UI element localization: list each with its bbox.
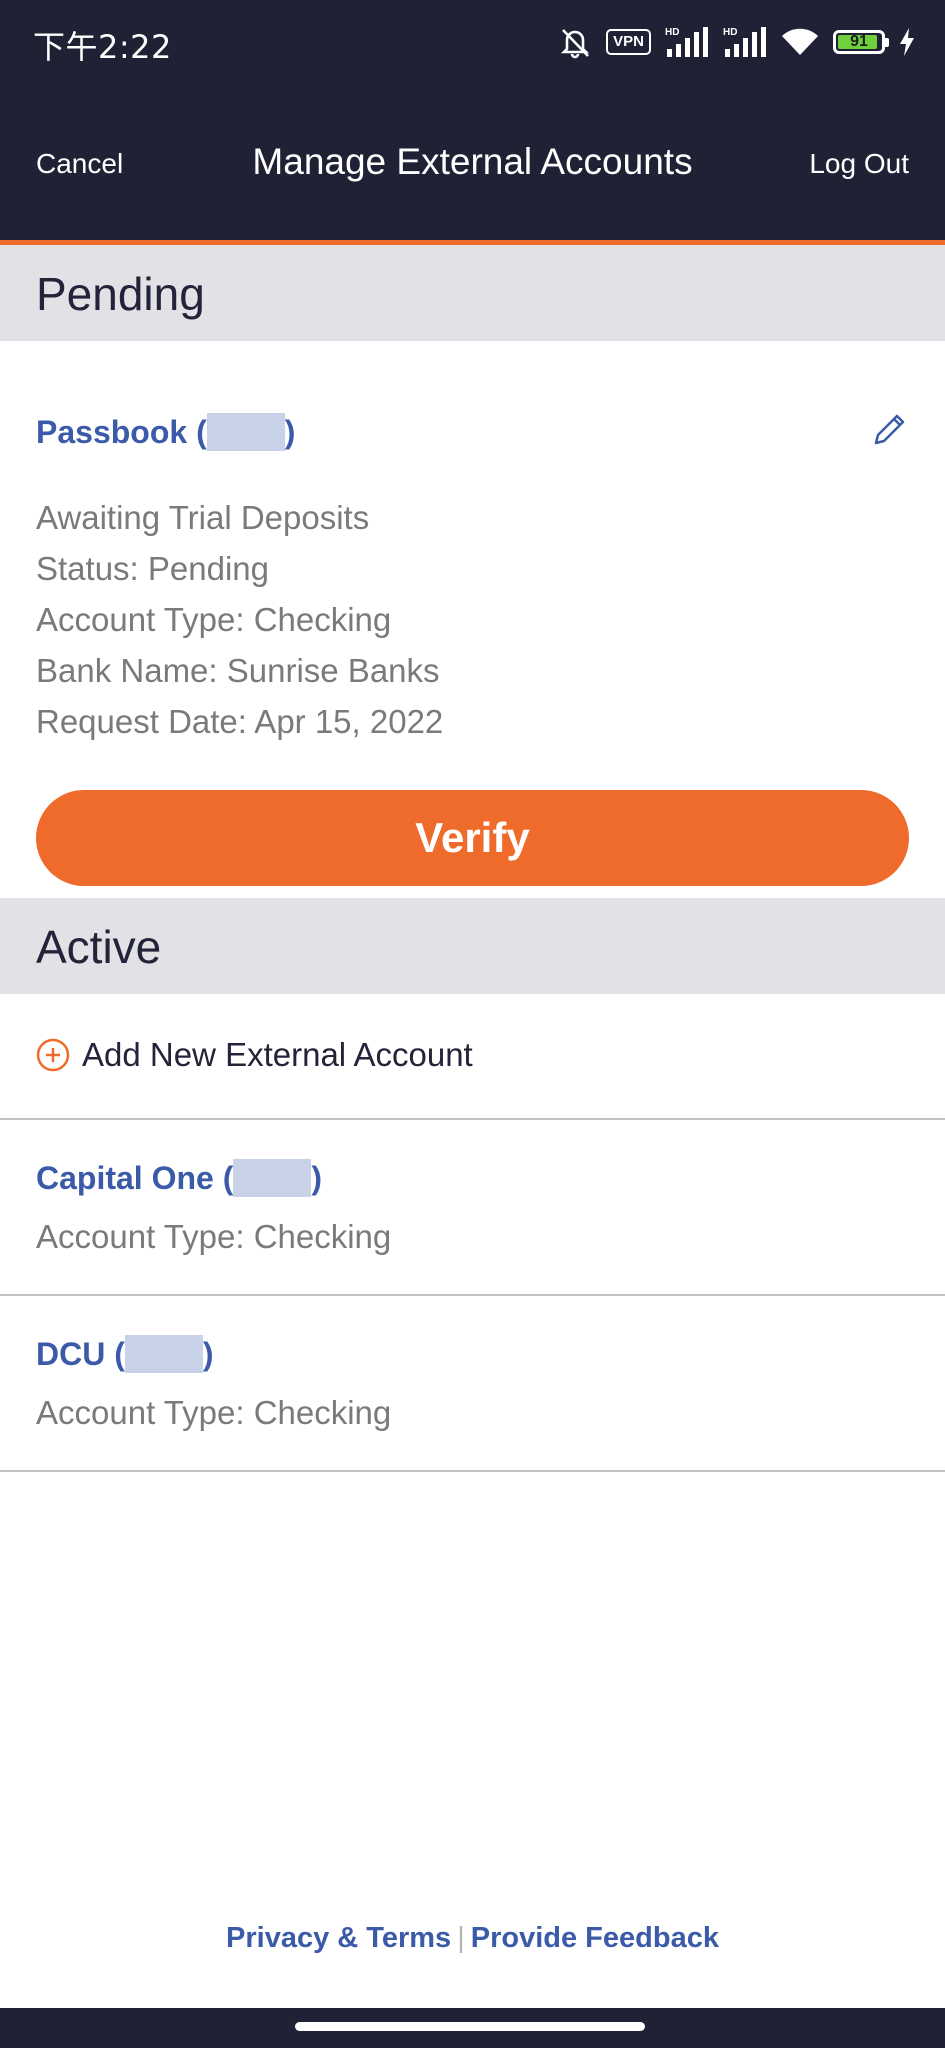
signal-hd-icon: HD [665, 27, 708, 57]
account-name: DCU () [36, 1334, 214, 1373]
battery-icon: 91 [833, 30, 889, 54]
pending-account-name[interactable]: Passbook () [36, 412, 296, 451]
svg-text:HD: HD [723, 27, 737, 38]
pending-section-title: Pending [36, 268, 205, 320]
logout-button[interactable]: Log Out [809, 148, 909, 180]
account-row[interactable]: DCU () Account Type: Checking [0, 1296, 945, 1472]
redacted-account-number [233, 1158, 312, 1197]
account-name-suffix: ) [284, 414, 296, 450]
active-section-title: Active [36, 921, 162, 973]
account-name-prefix: Capital One ( [36, 1160, 234, 1196]
account-name-suffix: ) [311, 1160, 323, 1196]
detail-line: Awaiting Trial Deposits [36, 499, 370, 536]
home-indicator[interactable] [295, 2022, 645, 2031]
page-title: Manage External Accounts [252, 141, 693, 182]
status-time: 下午2:22 [33, 28, 172, 66]
account-row[interactable]: Capital One () Account Type: Checking [0, 1120, 945, 1296]
provide-feedback-link[interactable]: Provide Feedback [471, 1922, 719, 1954]
redacted-account-number [206, 412, 285, 451]
account-type: Account Type: Checking [36, 1394, 392, 1431]
bell-off-icon [561, 29, 590, 59]
verify-button[interactable]: Verify [36, 790, 909, 886]
svg-text:HD: HD [665, 27, 679, 38]
detail-line: Account Type: Checking [36, 601, 392, 638]
pencil-icon[interactable] [869, 410, 909, 450]
footer: Privacy & Terms | Provide Feedback [0, 1922, 945, 1955]
wifi-icon [782, 28, 818, 55]
active-section-header: Active [0, 898, 945, 994]
signal-hd-icon: HD [723, 27, 766, 57]
pending-section-header: Pending [0, 245, 945, 341]
detail-line: Bank Name: Sunrise Banks [36, 652, 440, 689]
account-type: Account Type: Checking [36, 1218, 392, 1255]
add-external-account-row[interactable]: Add New External Account [0, 994, 945, 1120]
account-name-prefix: DCU ( [36, 1336, 125, 1372]
gesture-bar [0, 2008, 945, 2048]
pending-account-details: Awaiting Trial Deposits Status: Pending … [36, 492, 443, 747]
status-icons: VPN HD HD 91 [558, 20, 915, 64]
redacted-account-number [124, 1334, 203, 1373]
footer-separator: | [457, 1922, 465, 1954]
status-bar: 下午2:22 VPN HD HD 91 [0, 0, 945, 84]
account-name-prefix: Passbook ( [36, 414, 207, 450]
plus-circle-icon [36, 1038, 70, 1072]
account-name-suffix: ) [202, 1336, 214, 1372]
account-name: Capital One () [36, 1158, 323, 1197]
vpn-icon: VPN [606, 29, 651, 55]
add-external-account-label: Add New External Account [82, 1036, 473, 1073]
battery-level: 91 [850, 33, 868, 50]
detail-line: Request Date: Apr 15, 2022 [36, 703, 444, 740]
charging-icon [900, 28, 914, 56]
privacy-terms-link[interactable]: Privacy & Terms [226, 1922, 451, 1954]
nav-bar: Cancel Manage External Accounts Log Out [0, 84, 945, 245]
detail-line: Status: Pending [36, 550, 269, 587]
